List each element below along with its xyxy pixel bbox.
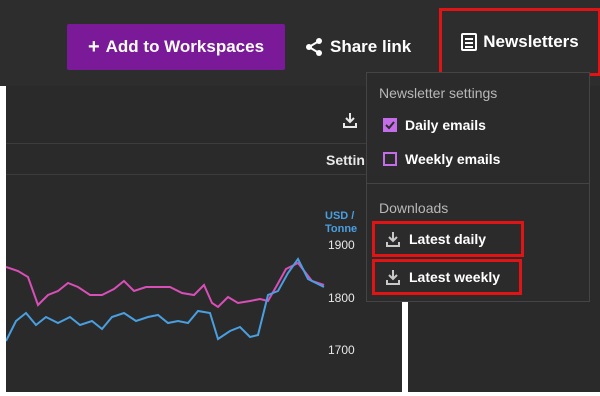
unit-label-line1: USD / [325,210,355,222]
daily-emails-label: Daily emails [405,117,486,133]
download-icon [386,232,400,247]
share-link-label: Share link [330,37,412,56]
latest-daily-label: Latest daily [409,231,487,247]
share-link-button[interactable]: Share link [304,32,411,62]
latest-weekly-download[interactable]: Latest weekly [372,259,522,295]
weekly-emails-label: Weekly emails [405,151,501,167]
newsletters-label: Newsletters [483,32,579,51]
daily-emails-option[interactable]: Daily emails [383,117,486,133]
downloads-title: Downloads [379,200,449,216]
series-blue-line [6,257,325,342]
series-pink-line [6,261,325,309]
add-to-workspaces-label: Add to Workspaces [105,37,265,56]
y-tick: 1700 [328,343,355,357]
daily-emails-checkbox[interactable] [383,118,397,132]
weekly-emails-option[interactable]: Weekly emails [383,151,500,167]
y-tick: 1800 [328,291,355,305]
newsletters-button[interactable]: Newsletters [439,8,600,76]
y-tick: 1900 [328,238,355,252]
download-icon [386,270,400,285]
latest-weekly-label: Latest weekly [409,269,501,285]
unit-label: USD / Tonne [325,210,357,236]
newsletter-settings-title: Newsletter settings [379,85,498,101]
weekly-emails-checkbox[interactable] [383,152,397,166]
add-to-workspaces-button[interactable]: + Add to Workspaces [67,24,285,70]
latest-daily-download[interactable]: Latest daily [372,221,524,257]
newsletters-dropdown: Newsletter settings Daily emails Weekly … [366,72,590,302]
chart-panel: Settin USD / Tonne 1900 1800 1700 [6,86,402,392]
settings-tab[interactable]: Settin [326,152,365,168]
plus-icon: + [87,36,100,58]
unit-label-line2: Tonne [325,223,358,235]
download-icon[interactable] [342,112,358,128]
dropdown-divider [367,183,589,184]
price-chart [6,257,325,342]
share-icon [306,38,322,56]
newsletter-icon [461,33,478,51]
checkmark-icon [385,121,395,130]
